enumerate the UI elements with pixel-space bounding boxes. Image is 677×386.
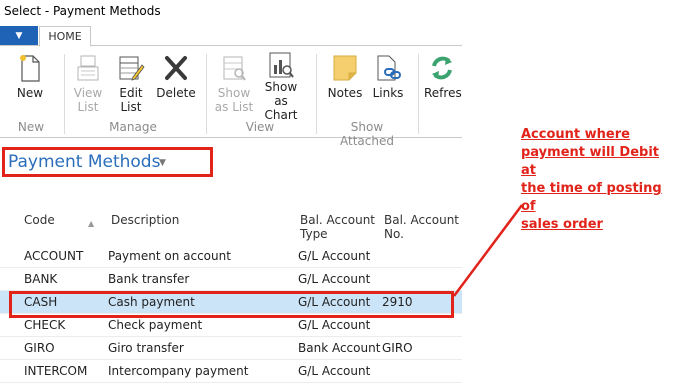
edit-list-icon — [115, 50, 147, 86]
ribbon: New View List Edit List Delete Show as L… — [0, 45, 462, 148]
delete-x-icon — [160, 50, 192, 86]
window-title: Select - Payment Methods — [4, 4, 161, 18]
table-row[interactable]: GIRO Giro transfer Bank Account GIRO — [0, 337, 462, 360]
group-label-new: New — [17, 120, 45, 134]
table-row[interactable]: INTERCOM Intercompany payment G/L Accoun… — [0, 360, 462, 383]
file-menu-button[interactable]: ▼ — [0, 26, 38, 46]
title-bar: Select - Payment Methods — [0, 0, 462, 24]
annotation-note: Account where payment will Debit at the … — [521, 127, 662, 232]
caret-down-icon: ▼ — [15, 31, 23, 41]
column-header-description[interactable]: Description — [111, 213, 179, 227]
notes-icon — [329, 50, 361, 86]
links-icon — [372, 50, 404, 86]
column-header-bal-account-no[interactable]: Bal. Account No. — [384, 213, 459, 241]
show-as-list-button[interactable]: Show as List — [212, 50, 256, 116]
separator — [418, 54, 419, 134]
new-button[interactable]: New — [12, 50, 48, 116]
tab-home[interactable]: HOME — [39, 26, 91, 47]
sort-ascending-icon[interactable]: ▲ — [88, 219, 94, 228]
separator — [64, 54, 65, 134]
new-document-icon — [14, 50, 46, 86]
group-label-manage: Manage — [109, 120, 157, 134]
column-header-bal-account-type[interactable]: Bal. Account Type — [300, 213, 375, 241]
separator — [206, 54, 207, 134]
delete-button[interactable]: Delete — [156, 50, 196, 116]
show-as-chart-button[interactable]: Show as Chart — [257, 50, 305, 122]
separator — [316, 54, 317, 134]
view-list-button[interactable]: View List — [70, 50, 106, 116]
app-window: Select - Payment Methods ▼ HOME New View… — [0, 0, 462, 386]
notes-button[interactable]: Notes — [325, 50, 365, 116]
table-row-selected[interactable]: CASH Cash payment G/L Account 2910 — [0, 291, 462, 314]
edit-list-button[interactable]: Edit List — [112, 50, 150, 116]
show-as-chart-icon — [265, 50, 297, 80]
table-row[interactable]: CHECK Check payment G/L Account — [0, 314, 462, 337]
view-list-icon — [72, 50, 104, 86]
table-row[interactable]: BANK Bank transfer G/L Account — [0, 268, 462, 291]
table-row[interactable]: ACCOUNT Payment on account G/L Account — [0, 245, 462, 268]
group-label-view: View — [245, 120, 275, 134]
group-label-show-attached: Show Attached — [340, 120, 394, 148]
refresh-icon — [424, 50, 460, 86]
ribbon-tab-row: ▼ HOME — [0, 24, 462, 47]
refresh-clip: Refresh — [420, 50, 462, 116]
links-button[interactable]: Links — [369, 50, 407, 116]
column-header-code[interactable]: Code — [24, 213, 55, 227]
title-highlight-box — [2, 147, 213, 177]
refresh-button[interactable]: Refresh — [424, 50, 462, 116]
show-as-list-icon — [218, 50, 250, 86]
